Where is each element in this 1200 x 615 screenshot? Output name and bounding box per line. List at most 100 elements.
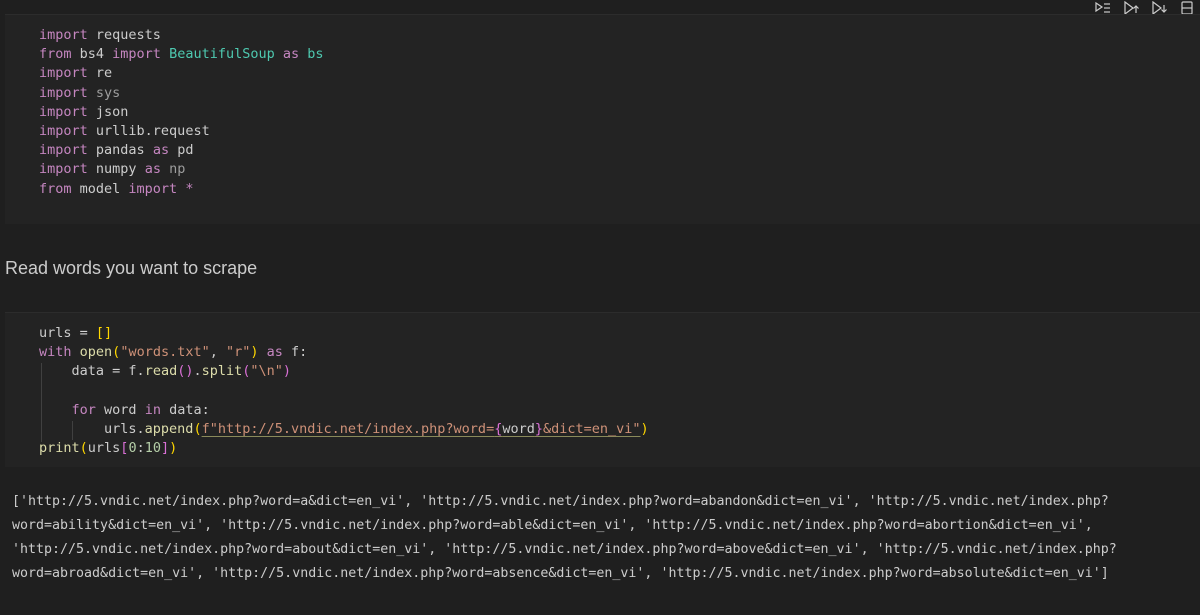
- code-token: (: [193, 420, 202, 437]
- markdown-cell: Read words you want to scrape: [5, 258, 257, 279]
- code-token: model: [71, 180, 129, 197]
- code-token: requests: [87, 27, 161, 43]
- code-token: ): [250, 344, 259, 361]
- code-token: import: [39, 65, 88, 82]
- code-token: []: [95, 325, 113, 341]
- output-line: word=abroad&dict=en_vi', 'http://5.vndic…: [12, 566, 1109, 581]
- code-token: word: [502, 420, 535, 437]
- code-line: data = f.read().split("\n"): [39, 362, 649, 381]
- code-token: "\n": [250, 363, 283, 380]
- code-line: import json: [39, 103, 324, 122]
- code-token: BeautifulSoup: [169, 46, 275, 63]
- code-token: for: [71, 401, 96, 418]
- code-token: &dict=en_vi": [543, 420, 641, 437]
- code-token: urls: [39, 325, 72, 341]
- code-token: import: [39, 122, 88, 139]
- code-token: import: [39, 103, 88, 120]
- cell-output: ['http://5.vndic.net/index.php?word=a&di…: [12, 490, 1192, 586]
- code-token: (): [177, 363, 194, 380]
- code-token: (: [79, 440, 88, 457]
- code-token: ): [282, 363, 292, 380]
- code-line: print(urls[0:10]): [39, 439, 649, 458]
- code-token: data:: [160, 401, 210, 418]
- code-token: f.: [128, 363, 145, 380]
- code-token: .: [193, 363, 202, 380]
- code-token: bs: [307, 46, 324, 63]
- code-token: f"http://5.vndic.net/index.php?word=: [201, 420, 495, 437]
- code-token: ,: [209, 344, 226, 361]
- code-token: as: [152, 142, 170, 159]
- code-token: split: [201, 363, 243, 380]
- code-token: import: [112, 46, 161, 63]
- code-token: ): [169, 440, 178, 457]
- code-token: ]: [160, 440, 170, 457]
- code-token: urls.: [39, 420, 145, 437]
- output-line: ['http://5.vndic.net/index.php?word=a&di…: [12, 494, 1109, 509]
- code-token: as: [144, 161, 161, 178]
- code-token: "words.txt": [120, 344, 210, 361]
- code-token: as: [282, 46, 300, 63]
- code-token: pd: [169, 142, 194, 159]
- code-token: 0: [128, 440, 137, 457]
- code-line: urls.append(f"http://5.vndic.net/index.p…: [39, 420, 649, 439]
- code-token: import: [39, 27, 88, 43]
- code-token: 10: [144, 440, 161, 457]
- code-cell-imports[interactable]: import requests from bs4 import Beautiful…: [5, 14, 1200, 224]
- code-token: in: [144, 401, 161, 418]
- code-token: import: [39, 161, 88, 178]
- code-line: import requests: [39, 26, 324, 45]
- code-token: with: [39, 344, 72, 361]
- code-token: as: [266, 344, 283, 361]
- code-token: word: [95, 401, 145, 418]
- code-token: from: [39, 46, 72, 63]
- code-token: "r": [225, 344, 251, 361]
- code-token: }: [534, 420, 543, 437]
- code-token: import: [39, 142, 88, 159]
- code-line: import sys: [39, 84, 324, 103]
- code-editor[interactable]: urls = [] with open("words.txt", "r") as …: [39, 324, 649, 458]
- output-line: 'http://5.vndic.net/index.php?word=about…: [12, 542, 1117, 557]
- code-token: f:: [282, 344, 308, 361]
- code-token: pandas: [87, 142, 153, 159]
- code-token: open: [79, 344, 113, 361]
- code-token: :: [136, 440, 145, 457]
- code-line: import pandas as pd: [39, 141, 324, 160]
- code-token: json: [87, 103, 129, 120]
- code-token: =: [71, 325, 96, 341]
- code-editor[interactable]: import requests from bs4 import Beautiful…: [39, 26, 324, 199]
- code-token: append: [144, 420, 194, 437]
- code-token: import: [128, 180, 178, 197]
- code-token: import: [39, 84, 88, 101]
- code-token: urllib.request: [87, 122, 210, 139]
- code-line: from bs4 import BeautifulSoup as bs: [39, 45, 324, 64]
- code-token: print: [39, 440, 80, 457]
- code-token: numpy: [87, 161, 145, 178]
- code-line: from model import *: [39, 180, 324, 199]
- code-line: import urllib.request: [39, 122, 324, 141]
- code-token: re: [87, 65, 113, 82]
- code-token: bs4: [71, 46, 113, 63]
- code-line: for word in data:: [39, 401, 649, 420]
- code-token: =: [104, 363, 129, 380]
- code-token: *: [177, 180, 194, 197]
- code-token: ): [640, 420, 649, 437]
- code-token: sys: [87, 84, 121, 101]
- code-line: urls = []: [39, 324, 649, 343]
- code-cell-urls[interactable]: urls = [] with open("words.txt", "r") as …: [5, 312, 1200, 467]
- code-token: urls: [87, 440, 121, 457]
- code-token: data: [39, 363, 105, 380]
- notebook-page: import requests from bs4 import Beautiful…: [0, 0, 1200, 615]
- code-line: import re: [39, 64, 324, 83]
- code-line: with open("words.txt", "r") as f:: [39, 343, 649, 362]
- code-token: read: [144, 363, 178, 380]
- code-line: import numpy as np: [39, 160, 324, 179]
- code-token: np: [160, 161, 186, 178]
- code-token: from: [39, 180, 72, 197]
- markdown-text: Read words you want to scrape: [5, 258, 258, 278]
